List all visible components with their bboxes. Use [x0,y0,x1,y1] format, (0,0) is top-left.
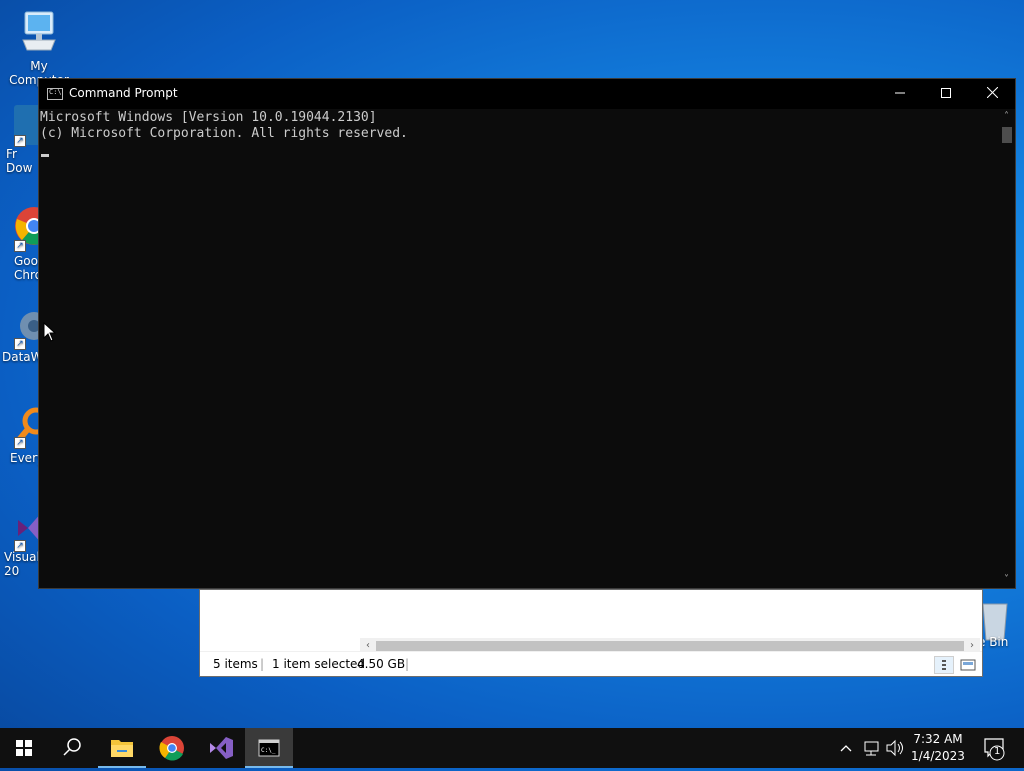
console-line: (c) Microsoft Corporation. All rights re… [40,126,408,141]
start-icon [16,740,32,756]
clock-time: 7:32 AM [913,732,963,746]
shortcut-arrow-icon: ↗ [14,338,26,350]
start-button[interactable] [0,728,48,768]
details-view-button[interactable] [934,656,954,674]
taskbar-clock[interactable]: 7:32 AM 1/4/2023 [905,731,971,765]
svg-text:C:\_: C:\_ [261,747,276,754]
visual-studio-icon [210,737,233,759]
show-hidden-icons-icon[interactable] [836,728,856,768]
status-size: 4.50 GB [357,657,406,671]
details-view-icon [942,660,946,670]
maximize-icon [941,88,951,98]
taskbar-file-explorer[interactable] [98,728,146,768]
taskbar-visual-studio[interactable] [197,728,245,768]
large-icons-view-icon [960,659,976,671]
search-button[interactable] [48,728,96,768]
shortcut-arrow-icon: ↗ [14,437,26,449]
command-prompt-icon[interactable] [47,88,63,100]
command-prompt-icon: C:\_ [258,739,280,757]
scroll-thumb[interactable] [1002,127,1012,143]
search-icon [63,738,81,756]
shortcut-arrow-icon: ↗ [14,135,26,147]
text-cursor [41,154,49,157]
volume-icon[interactable] [884,728,906,768]
file-explorer-window[interactable]: ‹ › 5 items | 1 item selected 4.50 GB | [199,589,983,677]
chrome-icon [159,736,184,761]
action-center-button[interactable]: 1 [978,728,1018,768]
scroll-thumb[interactable] [376,641,964,651]
scroll-up-arrow-icon[interactable]: ˄ [998,109,1015,125]
status-divider: | [405,657,410,671]
notification-count-badge: 1 [994,746,1001,757]
large-icons-view-button[interactable] [958,656,978,674]
scroll-down-arrow-icon[interactable]: ˅ [998,572,1015,588]
title-bar[interactable]: Command Prompt [39,79,1015,109]
status-divider: | [260,657,265,671]
status-selected: 1 item selected [272,657,366,671]
network-icon[interactable] [860,728,882,768]
maximize-button[interactable] [923,79,969,109]
minimize-button[interactable] [877,79,923,109]
desktop-icon-my-computer[interactable]: My Computer [0,10,78,87]
shortcut-arrow-icon: ↗ [14,240,26,252]
taskbar: C:\_ 7:32 AM 1/4/2023 1 [0,728,1024,768]
shortcut-arrow-icon: ↗ [14,540,26,552]
monitor-icon [22,11,56,51]
navigation-pane[interactable] [200,590,359,654]
system-tray [836,728,906,768]
window-title: Command Prompt [69,86,178,100]
mouse-pointer-icon [43,322,57,342]
close-icon [986,86,998,99]
status-bar: 5 items | 1 item selected 4.50 GB | [200,651,982,676]
vertical-scrollbar[interactable]: ˄ ˅ [998,109,1015,588]
close-button[interactable] [969,79,1015,109]
taskbar-chrome[interactable] [148,728,196,768]
command-prompt-window[interactable]: Command Prompt Microsoft Windows [Versio… [38,78,1016,589]
console-output[interactable]: Microsoft Windows [Version 10.0.19044.21… [40,110,997,588]
clock-date: 1/4/2023 [911,749,965,763]
minimize-icon [895,92,905,94]
console-line: Microsoft Windows [Version 10.0.19044.21… [40,110,377,125]
taskbar-command-prompt[interactable]: C:\_ [245,728,293,768]
file-explorer-icon [111,740,133,757]
status-item-count: 5 items [213,657,258,671]
